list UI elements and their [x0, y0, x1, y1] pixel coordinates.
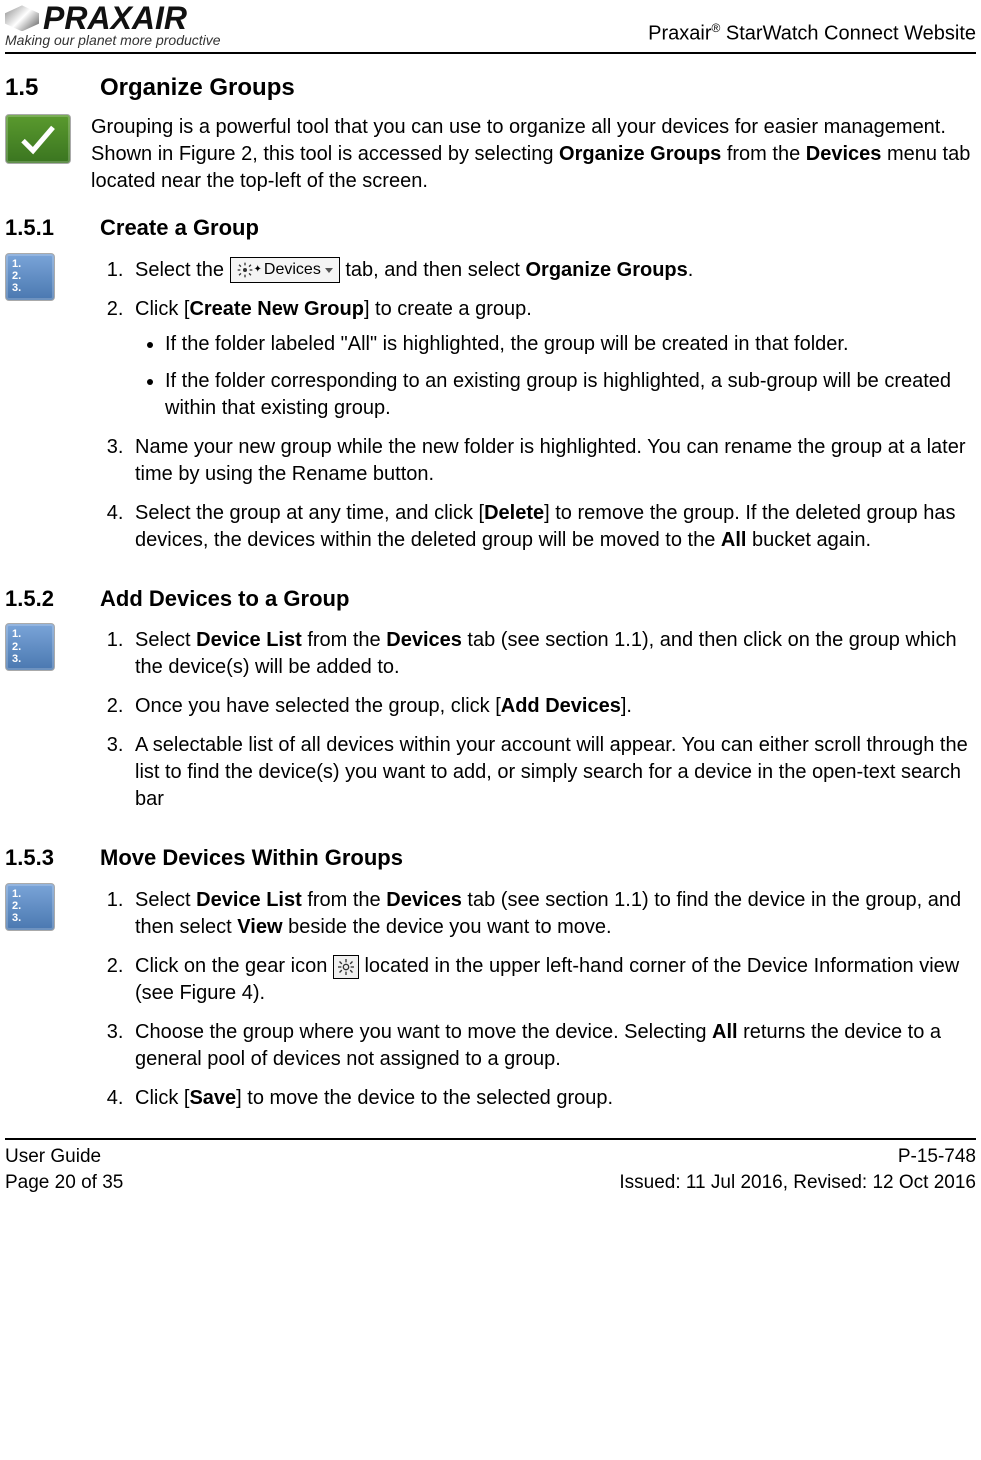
numbered-steps-icon: 1.2.3.	[5, 253, 55, 301]
checkmark-icon	[5, 114, 71, 164]
section-1-5-1-heading: 1.5.1Create a Group	[5, 213, 976, 243]
footer-page-number: Page 20 of 35	[5, 1170, 123, 1196]
devices-tab-icon: ✦Devices	[230, 257, 340, 283]
steps-list-1-5-2: Select Device List from the Devices tab …	[91, 627, 976, 813]
step-item: Once you have selected the group, click …	[129, 693, 976, 720]
step-item: Select Device List from the Devices tab …	[129, 887, 976, 941]
footer-doc-id: P-15-748	[619, 1144, 976, 1170]
section-1-5-2-heading: 1.5.2Add Devices to a Group	[5, 584, 976, 614]
gear-sub-icon: ✦	[254, 265, 262, 275]
logo-icon	[5, 5, 39, 31]
step-item: A selectable list of all devices within …	[129, 732, 976, 813]
gear-icon	[237, 262, 253, 278]
gear-box-icon	[333, 955, 359, 979]
logo-tagline: Making our planet more productive	[5, 31, 221, 50]
numbered-steps-icon: 1.2.3.	[5, 623, 55, 671]
header-title: Praxair® StarWatch Connect Website	[648, 20, 976, 48]
logo-text: PRAXAIR	[5, 4, 187, 33]
logo-block: PRAXAIR Making our planet more productiv…	[5, 4, 221, 50]
footer-doc-type: User Guide	[5, 1144, 123, 1170]
gear-icon	[338, 959, 354, 975]
page-footer: User Guide Page 20 of 35 P-15-748 Issued…	[5, 1138, 976, 1195]
section-1-5-intro: Grouping is a powerful tool that you can…	[91, 114, 976, 195]
step-item: Select the group at any time, and click …	[129, 500, 976, 554]
step-item: Select Device List from the Devices tab …	[129, 627, 976, 681]
sub-item: If the folder corresponding to an existi…	[165, 368, 976, 422]
footer-left: User Guide Page 20 of 35	[5, 1144, 123, 1195]
step-item: Click [Create New Group] to create a gro…	[129, 296, 976, 422]
numbered-steps-icon: 1.2.3.	[5, 883, 55, 931]
step-item: Choose the group where you want to move …	[129, 1019, 976, 1073]
steps-list-1-5-3: Select Device List from the Devices tab …	[91, 887, 976, 1112]
footer-right: P-15-748 Issued: 11 Jul 2016, Revised: 1…	[619, 1144, 976, 1195]
logo-wordmark: PRAXAIR	[43, 4, 187, 33]
sub-item: If the folder labeled "All" is highlight…	[165, 331, 976, 358]
page-header: PRAXAIR Making our planet more productiv…	[5, 8, 976, 54]
step-item: Select the ✦Devices tab, and then select…	[129, 257, 976, 284]
step-item: Click on the gear icon located in the up…	[129, 953, 976, 1007]
caret-down-icon	[325, 268, 333, 273]
footer-dates: Issued: 11 Jul 2016, Revised: 12 Oct 201…	[619, 1170, 976, 1196]
section-1-5-heading: 1.5Organize Groups	[5, 72, 976, 104]
step-item: Click [Save] to move the device to the s…	[129, 1085, 976, 1112]
step-item: Name your new group while the new folder…	[129, 434, 976, 488]
registered-icon: ®	[711, 21, 720, 35]
section-1-5-3-heading: 1.5.3Move Devices Within Groups	[5, 843, 976, 873]
steps-list-1-5-1: Select the ✦Devices tab, and then select…	[91, 257, 976, 554]
